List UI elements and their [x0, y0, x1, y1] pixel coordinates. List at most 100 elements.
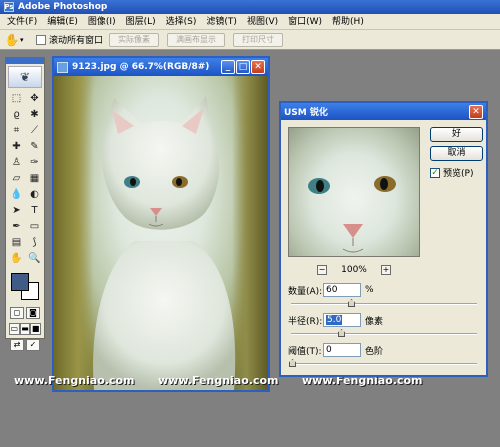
- quick-mask-mode-icon[interactable]: ◙: [26, 307, 40, 319]
- hand-tool-box-icon[interactable]: ✋: [8, 251, 25, 266]
- filter-preview[interactable]: [288, 127, 420, 257]
- threshold-slider[interactable]: [289, 359, 477, 369]
- amount-label: 数量(A):: [288, 286, 323, 297]
- scroll-all-windows-label: 滚动所有窗口: [49, 36, 104, 46]
- amount-slider[interactable]: [291, 299, 477, 309]
- blur-tool-icon[interactable]: 💧: [8, 187, 25, 202]
- menu-help[interactable]: 帮助(H): [327, 14, 369, 30]
- threshold-input[interactable]: 0: [323, 343, 361, 357]
- watermark-2: www.Fengniao.com: [158, 374, 279, 387]
- shape-tool-icon[interactable]: ▭: [26, 219, 43, 234]
- document-window: 9123.jpg @ 66.7%(RGB/8#) _ □ ✕: [52, 56, 270, 392]
- preview-checkbox[interactable]: ✓: [430, 167, 440, 178]
- threshold-slider-track: [291, 363, 477, 365]
- gradient-tool-icon[interactable]: ▦: [26, 171, 43, 186]
- marquee-tool-icon[interactable]: ⬚: [8, 91, 25, 106]
- screen-mode-fullscreen-icon[interactable]: ■: [30, 323, 42, 335]
- zoom-tool-icon[interactable]: 🔍: [26, 251, 43, 266]
- document-title-bar[interactable]: 9123.jpg @ 66.7%(RGB/8#) _ □ ✕: [54, 58, 268, 76]
- menu-select[interactable]: 选择(S): [161, 14, 202, 30]
- menu-layer[interactable]: 图层(L): [121, 14, 161, 30]
- maximize-button[interactable]: □: [236, 60, 250, 74]
- foreground-color-swatch[interactable]: [11, 273, 29, 291]
- close-button[interactable]: ✕: [251, 60, 265, 74]
- document-icon: [57, 61, 68, 73]
- cancel-button[interactable]: 取消: [430, 146, 483, 161]
- screen-mode-full-icon[interactable]: ▬: [19, 323, 31, 335]
- eyedropper-tool-icon[interactable]: ⟆: [26, 235, 43, 250]
- preview-option[interactable]: ✓ 预览(P): [430, 166, 473, 179]
- zoom-in-button[interactable]: +: [380, 265, 391, 275]
- radius-row: 半径(R): 5.0 像素: [288, 313, 383, 327]
- radius-slider-thumb[interactable]: [338, 329, 345, 337]
- menu-bar: 文件(F) 编辑(E) 图像(I) 图层(L) 选择(S) 滤镜(T) 视图(V…: [0, 14, 500, 30]
- amount-row: 数量(A): 60 %: [288, 283, 374, 297]
- menu-file[interactable]: 文件(F): [2, 14, 42, 30]
- cat-preview-image: [308, 176, 396, 253]
- brush-tool-icon[interactable]: ✎: [26, 139, 43, 154]
- amount-unit: %: [365, 285, 374, 295]
- toolbox: ❦ ⬚ ✥ ϱ ✱ ⌗ ⟋ ✚ ✎ ♙ ✑ ▱ ▦ 💧 ◐ ➤ T ✒ ▭ ▤ …: [5, 57, 45, 351]
- threshold-row: 阈值(T): 0 色阶: [288, 343, 383, 357]
- magic-wand-tool-icon[interactable]: ✱: [26, 107, 43, 122]
- threshold-unit: 色阶: [365, 346, 384, 357]
- ok-button[interactable]: 好: [430, 127, 483, 142]
- path-selection-tool-icon[interactable]: ➤: [8, 203, 25, 218]
- menu-edit[interactable]: 编辑(E): [42, 14, 83, 30]
- dialog-close-button[interactable]: ✕: [469, 104, 483, 119]
- radius-input[interactable]: 5.0: [323, 313, 361, 327]
- healing-brush-tool-icon[interactable]: ✚: [8, 139, 25, 154]
- photoshop-feather-icon[interactable]: ❦: [8, 66, 42, 88]
- print-size-button[interactable]: 打印尺寸: [233, 32, 284, 47]
- preview-mouth: [342, 238, 364, 253]
- amount-slider-track: [291, 303, 477, 305]
- zoom-out-button[interactable]: −: [317, 265, 327, 275]
- amount-slider-thumb[interactable]: [348, 299, 355, 307]
- image-canvas[interactable]: [54, 76, 268, 390]
- history-brush-tool-icon[interactable]: ✑: [26, 155, 43, 170]
- move-tool-icon[interactable]: ✥: [26, 91, 43, 106]
- scroll-all-windows-checkbox[interactable]: [36, 34, 46, 45]
- dialog-title-bar[interactable]: USM 锐化 ✕: [281, 103, 486, 120]
- preview-left-pupil: [316, 180, 324, 192]
- menu-window[interactable]: 窗口(W): [283, 14, 327, 30]
- hand-tool-icon[interactable]: ✋: [4, 32, 20, 48]
- threshold-slider-thumb[interactable]: [289, 359, 296, 367]
- slice-tool-icon[interactable]: ⟋: [26, 123, 43, 138]
- color-swatches: [8, 271, 42, 303]
- jump-to-imageready-icon[interactable]: ⇄: [10, 339, 24, 351]
- preview-zoom-value: 100%: [341, 265, 367, 275]
- screen-mode-standard-icon[interactable]: ▭: [9, 323, 20, 335]
- type-tool-icon[interactable]: T: [26, 203, 43, 218]
- cat-right-pupil: [176, 178, 182, 186]
- notes-tool-icon[interactable]: ▤: [8, 235, 25, 250]
- photoshop-logo-icon: Ps: [4, 2, 14, 12]
- checkmark-icon[interactable]: ✓: [26, 339, 40, 351]
- amount-input[interactable]: 60: [323, 283, 361, 297]
- preview-right-pupil: [380, 178, 388, 190]
- lasso-tool-icon[interactable]: ϱ: [8, 107, 25, 122]
- menu-image[interactable]: 图像(I): [83, 14, 121, 30]
- document-title: 9123.jpg @ 66.7%(RGB/8#): [72, 62, 210, 72]
- dialog-title: USM 锐化: [284, 108, 328, 118]
- cat-body: [93, 241, 236, 390]
- clone-stamp-tool-icon[interactable]: ♙: [8, 155, 25, 170]
- actual-pixels-button[interactable]: 实际像素: [109, 32, 160, 47]
- minimize-button[interactable]: _: [221, 60, 235, 74]
- tool-preset-arrow-icon[interactable]: ▾: [20, 36, 28, 44]
- usm-sharpen-dialog: USM 锐化 ✕ − 100% + 好 取消 ✓ 预览(P) 数量(A): 60…: [279, 101, 488, 377]
- watermark-1: www.Fengniao.com: [14, 374, 135, 387]
- menu-view[interactable]: 视图(V): [242, 14, 283, 30]
- radius-slider[interactable]: [291, 329, 477, 339]
- crop-tool-icon[interactable]: ⌗: [8, 123, 25, 138]
- toolbox-header[interactable]: [6, 58, 44, 64]
- cat-left-pupil: [130, 178, 136, 186]
- pen-tool-icon[interactable]: ✒: [8, 219, 25, 234]
- standard-mode-icon[interactable]: ◻: [10, 307, 24, 319]
- menu-filter[interactable]: 滤镜(T): [201, 14, 242, 30]
- dodge-tool-icon[interactable]: ◐: [26, 187, 43, 202]
- app-title: Adobe Photoshop: [18, 2, 108, 12]
- eraser-tool-icon[interactable]: ▱: [8, 171, 25, 186]
- fit-screen-button[interactable]: 满画布显示: [167, 32, 226, 47]
- radius-slider-track: [291, 333, 477, 335]
